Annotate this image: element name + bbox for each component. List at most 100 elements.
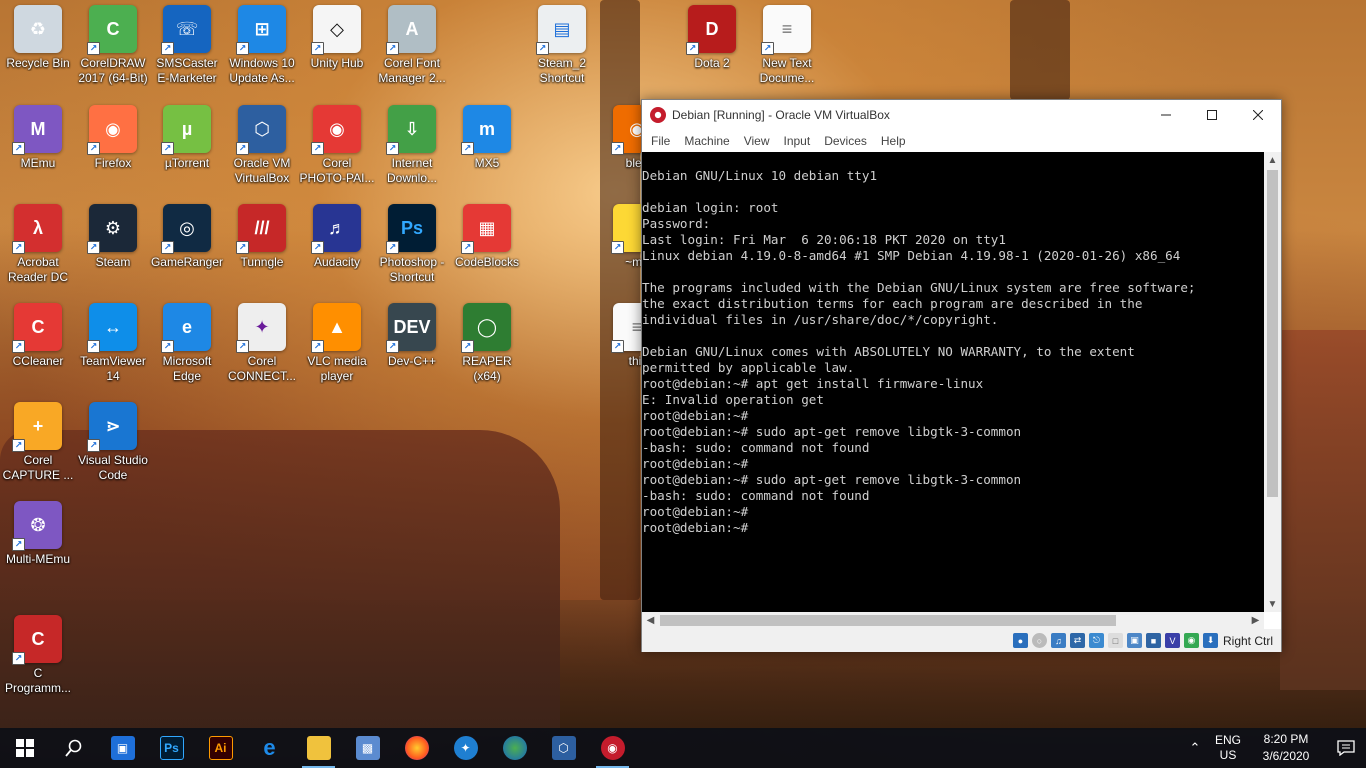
desktop-icon-label: VLC media player [307,354,367,383]
scroll-down-arrow-icon[interactable]: ▼ [1264,596,1281,612]
desktop-icon-photoshop[interactable]: Ps ↗ Photoshop - Shortcut [374,204,450,285]
guest-additions-icon[interactable]: ◉ [1183,633,1199,648]
taskbar-file-explorer[interactable] [294,728,343,768]
desktop-icon-teamviewer[interactable]: ↔ ↗ TeamViewer 14 [75,303,151,384]
scroll-up-arrow-icon[interactable]: ▲ [1264,152,1281,168]
taskbar-virtualbox-manager[interactable]: ⬡ [539,728,588,768]
desktop-icon-recycle-bin[interactable]: ♻ Recycle Bin [0,5,76,71]
mouse-integration-icon[interactable]: ⬇ [1202,633,1218,648]
desktop-icon-windows-update[interactable]: ⊞ ↗ Windows 10 Update As... [224,5,300,86]
shortcut-arrow-icon: ↗ [12,439,25,452]
recycle-bin-icon: ♻ [14,5,62,53]
desktop-icon-virtualbox[interactable]: ⬡ ↗ Oracle VM VirtualBox [224,105,300,186]
video-capture-icon[interactable]: ■ [1145,633,1161,648]
desktop-icon-label: Acrobat Reader DC [7,255,69,284]
desktop-icon-dota[interactable]: D ↗ Dota 2 [674,5,750,71]
desktop-icon-corel-font[interactable]: A ↗ Corel Font Manager 2... [374,5,450,86]
taskbar-edge[interactable]: e [245,728,294,768]
desktop-icon-unity[interactable]: ◇ ↗ Unity Hub [299,5,375,71]
desktop-icon-steam[interactable]: ⚙ ↗ Steam [75,204,151,270]
desktop-icon-corel-photopaint[interactable]: ◉ ↗ Corel PHOTO-PAI... [299,105,375,186]
taskbar-idm[interactable] [490,728,539,768]
desktop-icon-coreldraw[interactable]: C ↗ CorelDRAW 2017 (64-Bit) [75,5,151,86]
desktop-icon-document[interactable]: ▤ ↗ Steam_2 Shortcut [524,5,600,86]
terminal-line: root@debian:~# sudo apt-get remove libgt… [642,424,1022,439]
clock[interactable]: 8:20 PM 3/6/2020 [1246,731,1326,765]
window-titlebar[interactable]: Debian [Running] - Oracle VM VirtualBox [642,100,1281,130]
start-button[interactable] [0,728,49,768]
desktop-icon-ccleaner[interactable]: C ↗ CCleaner [0,303,76,369]
desktop-icon-idm[interactable]: ⇩ ↗ Internet Downlo... [374,105,450,186]
taskbar-firefox[interactable] [392,728,441,768]
desktop-icon-memu[interactable]: M ↗ MEmu [0,105,76,171]
input-language[interactable]: ENG US [1210,733,1246,763]
maximize-button[interactable] [1189,100,1235,130]
desktop-icon-edge[interactable]: e ↗ Microsoft Edge [149,303,225,384]
vertical-scrollbar[interactable]: ▲ ▼ [1264,152,1281,612]
desktop-icon-vscode[interactable]: ⋗ ↗ Visual Studio Code [75,402,151,483]
desktop-icon-audacity[interactable]: ♬ ↗ Audacity [299,204,375,270]
desktop-icon-acrobat[interactable]: λ ↗ Acrobat Reader DC [0,204,76,285]
desktop-icon-label: Visual Studio Code [78,453,148,482]
usb-icon[interactable]: ⎋ [1088,633,1104,648]
taskbar-app-globe[interactable]: ✦ [441,728,490,768]
horizontal-scroll-thumb[interactable] [660,615,1116,626]
desktop-icon-tunngle[interactable]: ///↗ Tunngle [224,204,300,270]
display-icon[interactable]: ▣ [1126,633,1142,648]
menu-machine[interactable]: Machine [677,134,736,148]
search-button[interactable] [49,728,98,768]
desktop-icon-multi-memu[interactable]: ❂ ↗ Multi-MEmu [0,501,76,567]
taskbar-app-pc[interactable]: ▩ [343,728,392,768]
desktop-icon-label: Dev-C++ [387,354,437,368]
menu-devices[interactable]: Devices [817,134,874,148]
action-center-button[interactable] [1326,728,1366,768]
close-icon [1253,110,1263,120]
host-key-label[interactable]: Right Ctrl [1223,634,1273,648]
vertical-scroll-thumb[interactable] [1267,170,1278,497]
desktop-icon-smscaster[interactable]: ☏ ↗ SMSCaster E-Marketer [149,5,225,86]
virtualization-icon[interactable]: V [1164,633,1180,648]
virtualbox-window[interactable]: Debian [Running] - Oracle VM VirtualBox … [641,99,1282,652]
audio-icon[interactable]: ♫ [1050,633,1066,648]
close-button[interactable] [1235,100,1281,130]
show-hidden-icons-chevron-up-icon[interactable]: ⌃ [1180,740,1210,756]
taskbar-debian-vm[interactable]: ◉ [588,728,637,768]
network-icon[interactable]: ⇄ [1069,633,1085,648]
desktop-icon-maxthon[interactable]: m ↗ MX5 [449,105,525,171]
desktop-icon-corel-capture[interactable]: + ↗ Corel CAPTURE ... [0,402,76,483]
horizontal-scrollbar[interactable]: ◀ ▶ [642,612,1264,629]
scroll-right-arrow-icon[interactable]: ▶ [1247,612,1264,629]
shortcut-arrow-icon: ↗ [386,340,399,353]
optical-drive-icon[interactable]: ○ [1031,633,1047,648]
minimize-button[interactable] [1143,100,1189,130]
shared-folders-icon[interactable]: □ [1107,633,1123,648]
desktop-icon-vlc[interactable]: ▲ ↗ VLC media player [299,303,375,384]
shortcut-arrow-icon: ↗ [161,42,174,55]
menu-file[interactable]: File [644,134,677,148]
menu-view[interactable]: View [737,134,777,148]
desktop-icon-codeblocks[interactable]: ▦ ↗ CodeBlocks [449,204,525,270]
desktop-icon-c-programming[interactable]: C ↗ C Programm... [0,615,76,696]
taskbar-photoshop[interactable]: Ps [147,728,196,768]
menu-help[interactable]: Help [874,134,913,148]
wallpaper-tree [1010,0,1070,100]
desktop-icon-firefox[interactable]: ◉ ↗ Firefox [75,105,151,171]
desktop-icon-label: Corel CAPTURE ... [2,453,74,482]
desktop-icon-devcpp[interactable]: DEV ↗ Dev-C++ [374,303,450,369]
desktop-icon-reaper[interactable]: ◯ ↗ REAPER (x64) [449,303,525,384]
corel-connect-icon: ✦ ↗ [236,303,286,353]
desktop-icon-label: Corel CONNECT... [227,354,296,383]
desktop-icon-gameranger[interactable]: ◎ ↗ GameRanger [149,204,225,270]
hard-disk-icon[interactable]: ● [1012,633,1028,648]
desktop-icon-text-document[interactable]: ≡ ↗ New Text Docume... [749,5,825,86]
desktop-icon-corel-connect[interactable]: ✦ ↗ Corel CONNECT... [224,303,300,384]
taskbar-app-1[interactable]: ▣ [98,728,147,768]
edge-icon: e [263,735,276,760]
desktop-icon-utorrent[interactable]: µ ↗ µTorrent [149,105,225,171]
menu-input[interactable]: Input [777,134,818,148]
idm-icon [502,736,527,760]
vm-console-screen[interactable]: Debian GNU/Linux 10 debian tty1 debian lo… [642,152,1264,612]
taskbar-illustrator[interactable]: Ai [196,728,245,768]
scroll-left-arrow-icon[interactable]: ◀ [642,612,659,629]
